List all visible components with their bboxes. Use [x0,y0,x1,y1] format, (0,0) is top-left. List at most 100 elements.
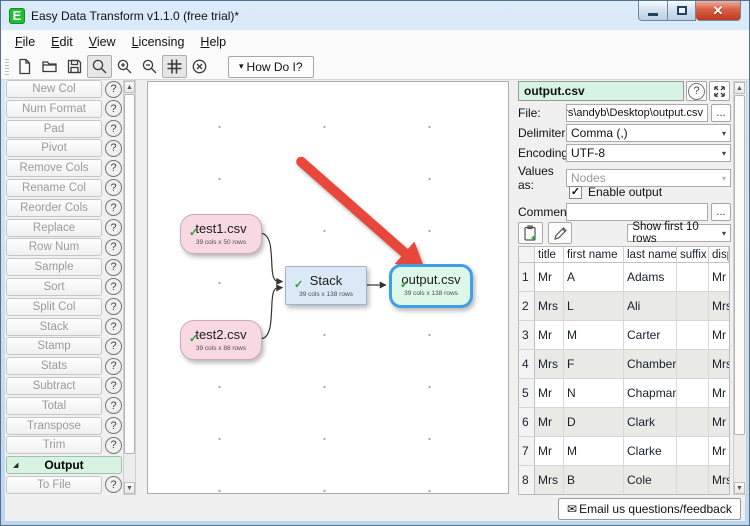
browse-file-button[interactable]: ... [711,104,731,122]
delimiter-select[interactable]: Comma (,) ▾ [566,124,731,142]
enable-output-checkbox[interactable]: ✓ [569,186,582,199]
help-icon[interactable]: ? [105,437,122,454]
comment-input[interactable] [566,203,708,221]
header-cell[interactable]: disp [709,247,729,262]
help-icon[interactable]: ? [105,397,122,414]
email-feedback-button[interactable]: ✉ Email us questions/feedback [558,498,741,520]
transform-button[interactable]: Remove Cols [6,159,102,177]
flow-canvas[interactable]: ✓ test1.csv 39 cols x 50 rows ✓ test2.cs… [147,81,509,494]
transform-button[interactable]: Row Num [6,238,102,256]
table-row[interactable]: 3 Mr M Carter Mr [519,321,729,350]
toggle-grid-button[interactable] [162,55,187,78]
transform-button[interactable]: Trim [6,436,102,454]
help-icon[interactable]: ? [105,81,122,98]
cell-suffix[interactable] [677,379,709,407]
help-icon[interactable]: ? [105,120,122,137]
cell-last-name[interactable]: Cole [624,466,677,494]
expand-panel-button[interactable] [709,81,730,101]
transform-button[interactable]: Replace [6,219,102,237]
minimize-button[interactable] [638,1,667,21]
cell-first-name[interactable]: D [564,408,624,436]
how-do-i-button[interactable]: ▾ How Do I? [228,56,314,78]
header-cell[interactable]: suffix [677,247,709,262]
help-icon[interactable]: ? [105,338,122,355]
help-icon[interactable]: ? [105,259,122,276]
save-button[interactable] [62,55,87,78]
scroll-up-icon[interactable]: ▲ [124,81,135,93]
cell-display-name[interactable]: Mrs [709,292,729,320]
transform-button[interactable]: Stamp [6,337,102,355]
table-row[interactable]: 7 Mr M Clarke Mr [519,437,729,466]
cell-last-name[interactable]: Chambers [624,350,677,378]
copy-table-button[interactable] [518,222,543,244]
table-row[interactable]: 5 Mr N Chapman Mr [519,379,729,408]
cell-title[interactable]: Mrs [535,350,564,378]
cell-title[interactable]: Mrs [535,466,564,494]
cell-display-name[interactable]: Mrs [709,350,729,378]
cell-display-name[interactable]: Mr [709,408,729,436]
cell-suffix[interactable] [677,350,709,378]
cell-display-name[interactable]: Mr [709,379,729,407]
cell-last-name[interactable]: Chapman [624,379,677,407]
cell-last-name[interactable]: Carter [624,321,677,349]
cell-suffix[interactable] [677,321,709,349]
close-button[interactable]: ✕ [696,1,741,21]
help-icon[interactable]: ? [105,179,122,196]
transform-button[interactable]: Reorder Cols [6,199,102,217]
cell-first-name[interactable]: L [564,292,624,320]
scroll-down-icon[interactable]: ▼ [124,482,135,494]
transform-button[interactable]: Stats [6,357,102,375]
cell-suffix[interactable] [677,437,709,465]
table-row[interactable]: 8 Mrs B Cole Mrs [519,466,729,495]
file-path-input[interactable]: ers\andyb\Desktop\output.csv [566,104,708,122]
transform-button[interactable]: Output [6,456,122,474]
cell-title[interactable]: Mr [535,321,564,349]
node-test1[interactable]: ✓ test1.csv 39 cols x 50 rows [180,214,262,254]
transform-button[interactable]: Sample [6,258,102,276]
cell-last-name[interactable]: Adams [624,263,677,291]
node-name-input[interactable]: output.csv [518,81,684,101]
cell-title[interactable]: Mr [535,408,564,436]
scroll-down-icon[interactable]: ▼ [734,482,745,494]
cell-suffix[interactable] [677,292,709,320]
help-icon[interactable]: ? [105,239,122,256]
menu-item[interactable]: Licensing [124,32,193,52]
encoding-select[interactable]: UTF-8 ▾ [566,144,731,162]
cell-first-name[interactable]: N [564,379,624,407]
table-row[interactable]: 6 Mr D Clark Mr [519,408,729,437]
cell-title[interactable]: Mr [535,379,564,407]
cell-last-name[interactable]: Clarke [624,437,677,465]
cancel-button[interactable] [187,55,212,78]
menu-item[interactable]: File [7,32,43,52]
cell-first-name[interactable]: M [564,321,624,349]
help-icon[interactable]: ? [105,199,122,216]
menu-item[interactable]: Edit [43,32,81,52]
zoom-in-button[interactable] [112,55,137,78]
cell-title[interactable]: Mr [535,437,564,465]
transform-button[interactable]: Rename Col [6,179,102,197]
scrollbar-thumb[interactable] [124,94,135,454]
node-test2[interactable]: ✓ test2.csv 39 cols x 88 rows [180,320,262,360]
transform-button[interactable]: Split Col [6,298,102,316]
transform-button[interactable]: Pad [6,120,102,138]
cell-display-name[interactable]: Mrs [709,466,729,494]
open-file-button[interactable] [37,55,62,78]
scrollbar-thumb[interactable] [734,95,745,435]
header-cell[interactable]: first name [564,247,624,262]
help-icon[interactable]: ? [105,219,122,236]
help-icon[interactable]: ? [105,417,122,434]
node-output[interactable]: ✓ output.csv 39 cols x 138 rows [389,264,473,308]
rows-shown-select[interactable]: Show first 10 rows ▾ [627,224,731,242]
cell-display-name[interactable]: Mr [709,321,729,349]
header-cell[interactable]: title [535,247,564,262]
transform-button[interactable]: Pivot [6,139,102,157]
cell-last-name[interactable]: Ali [624,292,677,320]
edit-values-button[interactable] [548,222,573,244]
menu-item[interactable]: Help [192,32,234,52]
header-cell[interactable]: last name [624,247,677,262]
help-icon[interactable]: ? [105,100,122,117]
select-tool-button[interactable] [87,55,112,78]
help-icon[interactable]: ? [105,160,122,177]
table-row[interactable]: 2 Mrs L Ali Mrs [519,292,729,321]
help-icon[interactable]: ? [105,140,122,157]
